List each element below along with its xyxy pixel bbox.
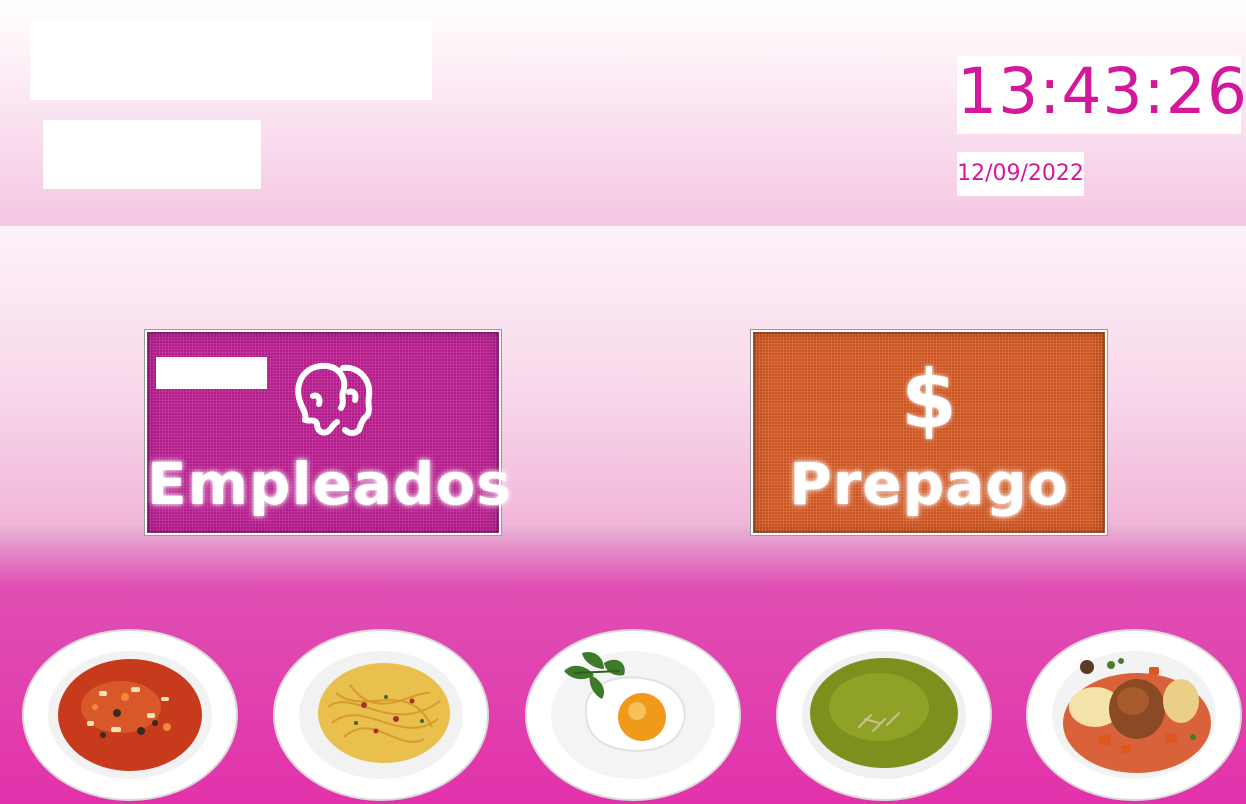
clock-time: 13:43:26 <box>957 56 1246 134</box>
spaghetti-icon <box>273 629 489 801</box>
title-placeholder-box <box>30 20 432 100</box>
empleados-label: Empleados <box>147 450 512 518</box>
prepago-label: Prepago <box>789 450 1069 518</box>
chicken-stew-icon <box>1026 629 1242 801</box>
empleados-button[interactable]: Empleados <box>145 330 512 535</box>
empleados-badge-box <box>156 357 267 389</box>
people-icon <box>295 362 373 436</box>
prepago-button[interactable]: $ Prepago <box>751 330 1107 535</box>
subtitle-placeholder-box <box>43 120 261 189</box>
dollar-icon: $ <box>901 353 957 446</box>
cream-soup-icon <box>776 629 992 801</box>
vegetable-soup-icon <box>22 629 238 801</box>
fried-egg-icon <box>525 629 741 801</box>
clock-date: 12/09/2022 <box>957 152 1084 196</box>
